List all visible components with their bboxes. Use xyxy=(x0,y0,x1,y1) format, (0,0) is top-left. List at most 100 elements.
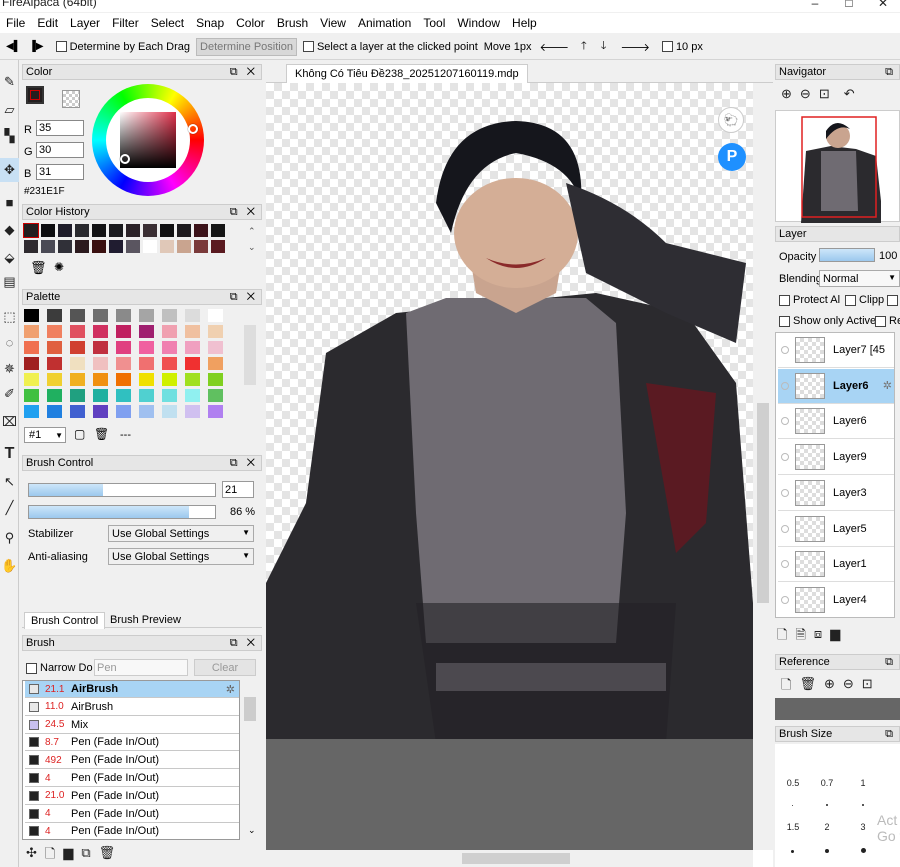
history-swatch[interactable] xyxy=(126,224,140,237)
dot-tool-icon[interactable]: ▚ xyxy=(0,124,19,148)
visibility-icon[interactable] xyxy=(781,488,789,497)
arrow-right-icon[interactable]: 🡒 xyxy=(620,40,650,54)
layer-item[interactable]: Layer3 xyxy=(778,475,894,511)
hue-wheel[interactable] xyxy=(92,84,204,196)
menu-snap[interactable]: Snap xyxy=(190,16,230,30)
menu-brush[interactable]: Brush xyxy=(271,16,314,30)
minimize-button[interactable]: – xyxy=(798,0,832,10)
brush-size-option[interactable]: 1 xyxy=(851,778,875,788)
brush-size-option[interactable]: 3 xyxy=(851,822,875,832)
palette-swatch[interactable] xyxy=(24,357,39,370)
visibility-icon[interactable] xyxy=(781,453,789,462)
color-picker-cursor[interactable] xyxy=(120,154,130,164)
palette-swatch[interactable] xyxy=(24,341,39,354)
ref-zoom-out-icon[interactable]: ⊖ xyxy=(843,676,854,698)
ref-zoom-in-icon[interactable]: ⊕ xyxy=(824,676,835,698)
brush-item[interactable]: 4 Pen (Fade In/Out) xyxy=(25,823,239,839)
palette-swatch[interactable] xyxy=(162,389,177,402)
history-swatch[interactable] xyxy=(58,224,72,237)
layer-item[interactable]: Layer4 xyxy=(778,582,894,617)
history-swatch[interactable] xyxy=(41,240,55,253)
canvas-vertical-scrollbar[interactable] xyxy=(753,83,773,850)
brush-item[interactable]: 21.1 AirBrush ✲ xyxy=(25,681,239,698)
history-swatch[interactable] xyxy=(160,240,174,253)
palette-swatch[interactable] xyxy=(47,405,62,418)
history-swatch[interactable] xyxy=(211,240,225,253)
reference-view[interactable] xyxy=(775,698,900,720)
history-swatch[interactable] xyxy=(211,224,225,237)
palette-swatch[interactable] xyxy=(116,325,131,338)
brush-opacity-slider[interactable] xyxy=(28,505,216,519)
history-swatch[interactable] xyxy=(143,240,157,253)
history-swatch[interactable] xyxy=(23,223,39,238)
panel-buttons[interactable]: ⧉ ✕ xyxy=(230,206,258,219)
lock-checkbox[interactable] xyxy=(887,294,900,306)
palette-swatch[interactable] xyxy=(185,325,200,338)
fill-tool-icon[interactable]: ◆ xyxy=(0,218,19,242)
palette-swatch[interactable] xyxy=(47,325,62,338)
palette-swatch[interactable] xyxy=(139,405,154,418)
brush-size-slider[interactable] xyxy=(28,483,216,497)
palette-swatch[interactable] xyxy=(162,357,177,370)
history-swatch[interactable] xyxy=(75,224,89,237)
palette-swatch[interactable] xyxy=(185,341,200,354)
panel-buttons[interactable]: ⧉ ✕ xyxy=(230,291,258,304)
duplicate-icon[interactable]: ⧉ xyxy=(81,845,90,867)
palette-swatch[interactable] xyxy=(116,389,131,402)
b-input[interactable]: 31 xyxy=(36,164,84,180)
palette-swatch[interactable] xyxy=(185,309,200,322)
brush-item[interactable]: 21.0 Pen (Fade In/Out) xyxy=(25,787,239,805)
determine-position-button[interactable]: Determine Position xyxy=(196,37,297,56)
menu-color[interactable]: Color xyxy=(230,16,271,30)
operation-tool-icon[interactable]: ↖ xyxy=(0,470,19,494)
add-brush-icon[interactable]: ✣ xyxy=(26,845,37,867)
scroll-down-icon[interactable]: ⌄ xyxy=(248,825,256,836)
palette-swatch[interactable] xyxy=(93,373,108,386)
brush-item[interactable]: 8.7 Pen (Fade In/Out) xyxy=(25,734,239,752)
palette-swatch[interactable] xyxy=(139,373,154,386)
palette-swatch[interactable] xyxy=(208,357,223,370)
palette-swatch[interactable] xyxy=(139,325,154,338)
palette-swatch[interactable] xyxy=(185,357,200,370)
new-file-icon[interactable]: 🗋 xyxy=(45,845,55,867)
brush-item[interactable]: 4 Pen (Fade In/Out) xyxy=(25,770,239,787)
palette-swatch[interactable] xyxy=(70,389,85,402)
palette-swatch[interactable] xyxy=(162,325,177,338)
history-swatch[interactable] xyxy=(109,240,123,253)
palette-swatch[interactable] xyxy=(93,405,108,418)
protect-alpha-checkbox[interactable]: Protect Al xyxy=(779,294,840,306)
brush-item[interactable]: 24.5 Mix xyxy=(25,716,239,734)
palette-swatch[interactable] xyxy=(93,357,108,370)
palette-swatch[interactable] xyxy=(185,389,200,402)
palette-swatch[interactable] xyxy=(93,341,108,354)
panel-buttons[interactable]: ⧉ xyxy=(885,728,896,741)
reference-checkbox[interactable]: Re xyxy=(875,315,900,327)
history-swatch[interactable] xyxy=(143,224,157,237)
history-swatch[interactable] xyxy=(194,240,208,253)
palette-delete-icon[interactable]: 🗑 xyxy=(94,427,109,441)
palette-swatch[interactable] xyxy=(208,373,223,386)
canvas-horizontal-scrollbar[interactable] xyxy=(266,850,753,867)
folder-icon[interactable]: ▆ xyxy=(63,845,73,867)
visibility-icon[interactable] xyxy=(781,560,789,569)
history-swatch[interactable] xyxy=(177,240,191,253)
trash-icon[interactable]: 🗑 xyxy=(30,260,47,276)
palette-swatch[interactable] xyxy=(93,389,108,402)
magic-wand-tool-icon[interactable]: ✵ xyxy=(0,357,19,381)
palette-swatch[interactable] xyxy=(47,373,62,386)
history-swatch[interactable] xyxy=(194,224,208,237)
layer-item[interactable]: Layer6 ✲ xyxy=(778,368,894,404)
brush-size-grid[interactable]: 0.5 0.7 1 1.5 2 3 xyxy=(775,744,900,867)
layer-item[interactable]: Layer7 [45 xyxy=(778,333,894,368)
drawing-canvas[interactable]: 🐑 P xyxy=(266,83,753,739)
history-swatch[interactable] xyxy=(126,240,140,253)
brush-size-option[interactable]: 0.7 xyxy=(815,778,839,788)
gear-icon[interactable]: ✲ xyxy=(226,683,235,696)
layer-item[interactable]: Layer9 xyxy=(778,440,894,476)
determine-each-drag-checkbox[interactable]: Determine by Each Drag xyxy=(55,41,190,53)
palette-swatch[interactable] xyxy=(162,309,177,322)
move-tool-icon[interactable]: ✥ xyxy=(0,158,19,182)
palette-swatch[interactable] xyxy=(162,405,177,418)
menu-layer[interactable]: Layer xyxy=(64,16,106,30)
arrow-up-icon[interactable]: 🡑 xyxy=(581,37,587,56)
